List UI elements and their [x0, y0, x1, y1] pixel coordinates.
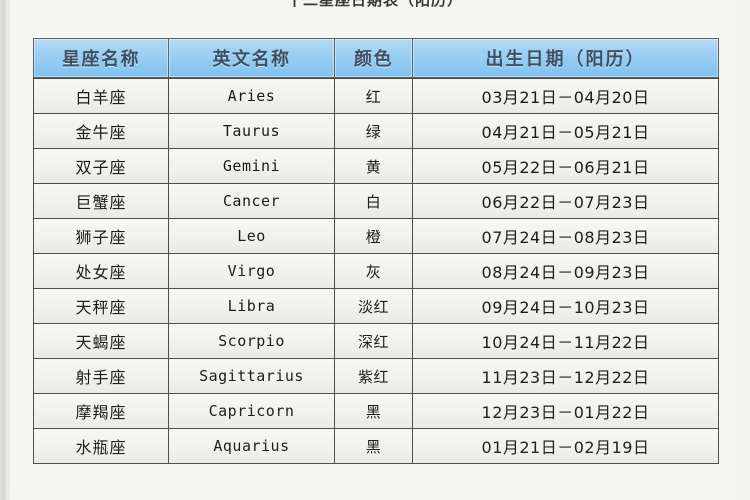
cell-zodiac-name: 双子座 — [33, 149, 168, 184]
cell-color: 深红 — [334, 324, 412, 359]
cell-english-name: Taurus — [168, 114, 334, 149]
page-title-clipped: 十二星座日期表（阳历） — [0, 0, 750, 11]
cell-zodiac-name: 白羊座 — [33, 78, 168, 114]
cell-color: 红 — [334, 78, 412, 114]
column-header-zodiac-name: 星座名称 — [33, 38, 168, 78]
table-row: 白羊座 Aries 红 03月21日－04月20日 — [33, 78, 719, 114]
cell-color: 白 — [334, 184, 412, 219]
cell-zodiac-name: 摩羯座 — [33, 394, 168, 429]
cell-birth-date: 01月21日－02月19日 — [412, 429, 719, 464]
cell-birth-date: 07月24日－08月23日 — [412, 219, 719, 254]
cell-zodiac-name: 狮子座 — [33, 219, 168, 254]
cell-zodiac-name: 金牛座 — [33, 114, 168, 149]
cell-birth-date: 05月22日－06月21日 — [412, 149, 719, 184]
table-row: 金牛座 Taurus 绿 04月21日－05月21日 — [33, 114, 719, 149]
cell-birth-date: 04月21日－05月21日 — [412, 114, 719, 149]
cell-color: 橙 — [334, 219, 412, 254]
column-header-birth-date: 出生日期（阳历） — [412, 38, 719, 78]
cell-birth-date: 11月23日－12月22日 — [412, 359, 719, 394]
zodiac-table: 星座名称 英文名称 颜色 出生日期（阳历） 白羊座 Aries 红 03月21日－04… — [33, 38, 719, 464]
cell-birth-date: 08月24日－09月23日 — [412, 254, 719, 289]
cell-color: 绿 — [334, 114, 412, 149]
table-row: 巨蟹座 Cancer 白 06月22日－07月23日 — [33, 184, 719, 219]
table-body: 白羊座 Aries 红 03月21日－04月20日 金牛座 Taurus 绿 04月21日－0… — [33, 78, 719, 464]
cell-color: 黄 — [334, 149, 412, 184]
left-margin-rule — [8, 0, 10, 500]
left-margin-strip — [0, 0, 8, 500]
column-header-english-name: 英文名称 — [168, 38, 334, 78]
cell-zodiac-name: 处女座 — [33, 254, 168, 289]
table-header-row: 星座名称 英文名称 颜色 出生日期（阳历） — [33, 38, 719, 78]
column-header-color: 颜色 — [334, 38, 412, 78]
cell-zodiac-name: 天秤座 — [33, 289, 168, 324]
cell-birth-date: 09月24日－10月23日 — [412, 289, 719, 324]
cell-birth-date: 06月22日－07月23日 — [412, 184, 719, 219]
table-row: 天蝎座 Scorpio 深红 10月24日－11月22日 — [33, 324, 719, 359]
cell-english-name: Aries — [168, 78, 334, 114]
table-row: 水瓶座 Aquarius 黑 01月21日－02月19日 — [33, 429, 719, 464]
cell-english-name: Virgo — [168, 254, 334, 289]
table-row: 天秤座 Libra 淡红 09月24日－10月23日 — [33, 289, 719, 324]
table-row: 射手座 Sagittarius 紫红 11月23日－12月22日 — [33, 359, 719, 394]
cell-english-name: Aquarius — [168, 429, 334, 464]
cell-zodiac-name: 水瓶座 — [33, 429, 168, 464]
cell-color: 黑 — [334, 394, 412, 429]
cell-english-name: Gemini — [168, 149, 334, 184]
right-margin-strip — [737, 0, 750, 500]
cell-birth-date: 10月24日－11月22日 — [412, 324, 719, 359]
cell-english-name: Libra — [168, 289, 334, 324]
page-background: 十二星座日期表（阳历） 星座名称 英文名称 颜色 出生日期（阳历） 白羊座 Ari… — [0, 0, 750, 500]
cell-color: 灰 — [334, 254, 412, 289]
cell-zodiac-name: 射手座 — [33, 359, 168, 394]
cell-english-name: Cancer — [168, 184, 334, 219]
cell-zodiac-name: 天蝎座 — [33, 324, 168, 359]
table-row: 摩羯座 Capricorn 黑 12月23日－01月22日 — [33, 394, 719, 429]
cell-color: 淡红 — [334, 289, 412, 324]
table-row: 狮子座 Leo 橙 07月24日－08月23日 — [33, 219, 719, 254]
cell-color: 紫红 — [334, 359, 412, 394]
cell-english-name: Sagittarius — [168, 359, 334, 394]
cell-english-name: Scorpio — [168, 324, 334, 359]
table-row: 双子座 Gemini 黄 05月22日－06月21日 — [33, 149, 719, 184]
page-title: 十二星座日期表（阳历） — [286, 0, 463, 9]
cell-english-name: Capricorn — [168, 394, 334, 429]
cell-color: 黑 — [334, 429, 412, 464]
cell-birth-date: 03月21日－04月20日 — [412, 78, 719, 114]
cell-birth-date: 12月23日－01月22日 — [412, 394, 719, 429]
table-row: 处女座 Virgo 灰 08月24日－09月23日 — [33, 254, 719, 289]
cell-zodiac-name: 巨蟹座 — [33, 184, 168, 219]
cell-english-name: Leo — [168, 219, 334, 254]
